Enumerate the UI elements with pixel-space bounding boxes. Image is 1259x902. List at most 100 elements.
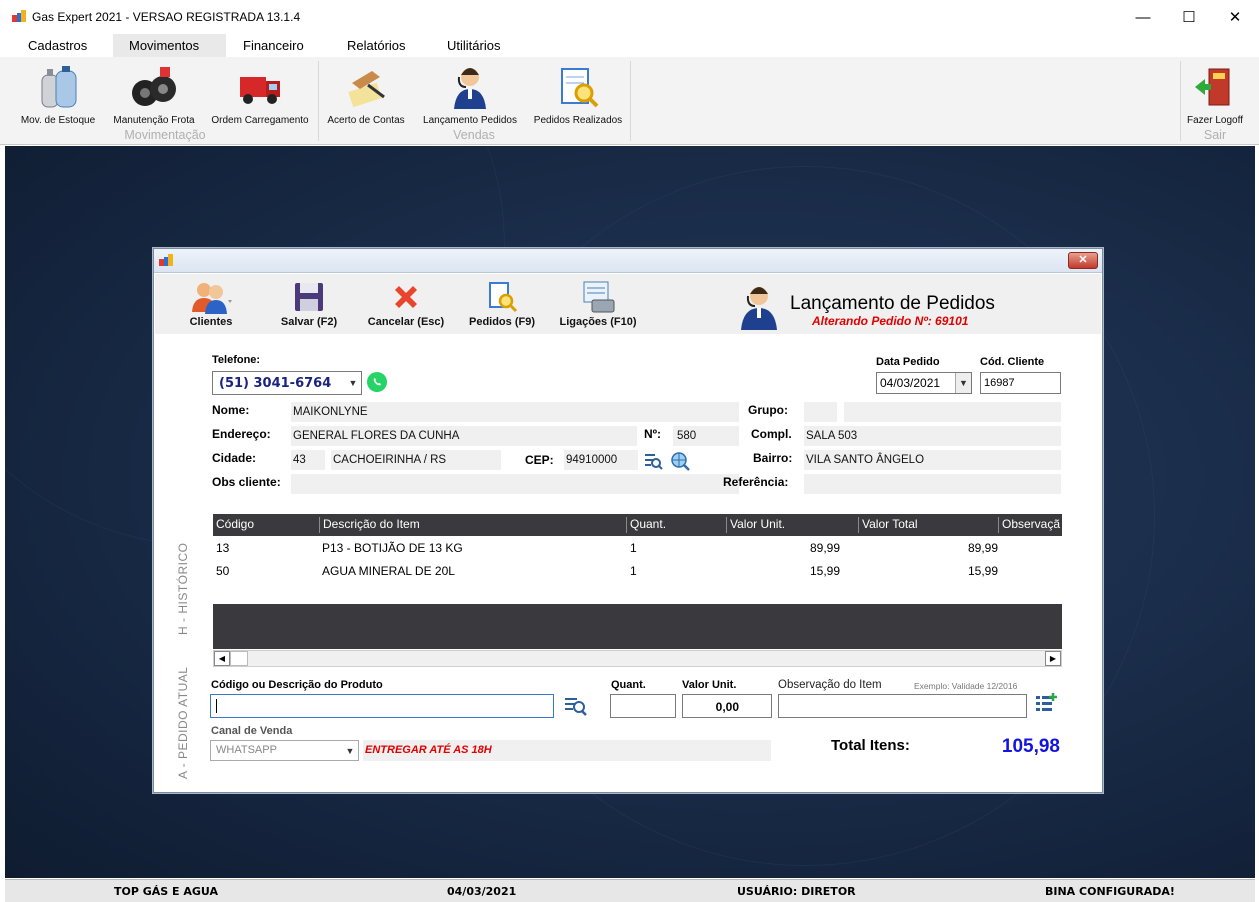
fazer-logoff-label: Fazer Logoff	[1187, 115, 1243, 126]
obs-cliente-field[interactable]	[291, 474, 739, 494]
scroll-right-icon[interactable]: ▶	[1045, 651, 1061, 666]
gas-cylinders-icon	[41, 66, 77, 108]
total-itens-label: Total Itens:	[831, 737, 910, 754]
menu-movimentos[interactable]: Movimentos	[113, 34, 226, 58]
ribbon: Mov. de Estoque Manutenção Frota Ordem C…	[0, 57, 1259, 145]
manutencao-frota-button[interactable]: Manutenção Frota	[106, 63, 202, 126]
salvar-button[interactable]: Salvar (F2)	[275, 280, 343, 328]
pedidos-realizados-label: Pedidos Realizados	[533, 115, 623, 126]
canal-venda-combo[interactable]: WHATSAPP ▼	[210, 740, 359, 761]
clientes-button[interactable]: Clientes	[181, 280, 241, 328]
whatsapp-icon[interactable]	[366, 371, 388, 393]
add-item-icon[interactable]	[1035, 692, 1059, 716]
menu-relatorios[interactable]: Relatórios	[331, 34, 422, 58]
floppy-disk-icon	[295, 283, 323, 311]
cidade-field[interactable]: CACHOEIRINHA / RS	[331, 450, 501, 470]
dialog-close-button[interactable]: ✕	[1068, 252, 1098, 269]
nome-field[interactable]: MAIKONLYNE	[291, 402, 739, 422]
menu-cadastros[interactable]: Cadastros	[12, 34, 103, 58]
endereco-field[interactable]: GENERAL FLORES DA CUNHA	[291, 426, 637, 446]
grupo-label: Grupo:	[748, 403, 788, 417]
produto-label: Código ou Descrição do Produto	[211, 679, 383, 691]
mov-estoque-button[interactable]: Mov. de Estoque	[14, 63, 102, 126]
col-descricao[interactable]: Descrição do Item	[319, 517, 420, 533]
cell-valor-total: 89,99	[967, 541, 998, 555]
list-search-icon[interactable]	[563, 695, 587, 717]
compl-field[interactable]: SALA 503	[804, 426, 1061, 446]
col-valor-unit[interactable]: Valor Unit.	[726, 517, 785, 533]
list-search-icon[interactable]	[643, 451, 663, 471]
nome-label: Nome:	[212, 403, 250, 417]
cell-descricao: AGUA MINERAL DE 20L	[322, 564, 455, 578]
entrega-note-field[interactable]: ENTREGAR ATÉ AS 18H	[363, 740, 771, 761]
cod-cliente-field[interactable]: 16987	[980, 372, 1061, 394]
quant-label: Quant.	[611, 679, 646, 691]
globe-search-icon[interactable]	[670, 451, 690, 471]
chevron-down-icon[interactable]: ▼	[345, 372, 361, 394]
headset-operator-icon	[454, 68, 486, 109]
close-button[interactable]: ✕	[1212, 0, 1258, 34]
historico-side-tab[interactable]: H - HISTÓRICO	[176, 543, 190, 636]
menu-financeiro[interactable]: Financeiro	[227, 34, 320, 58]
numero-label: Nº:	[644, 427, 662, 441]
cep-field[interactable]: 94910000	[564, 450, 638, 470]
referencia-label: Referência:	[723, 475, 789, 489]
col-codigo[interactable]: Código	[213, 517, 254, 533]
produto-input[interactable]	[210, 694, 554, 718]
grupo-code-field[interactable]	[804, 402, 837, 422]
ribbon-separator	[318, 61, 319, 141]
pedido-atual-side-tab[interactable]: A - PEDIDO ATUAL	[176, 667, 190, 779]
obs-item-label: Observação do Item	[778, 679, 882, 691]
table-row[interactable]: 13 P13 - BOTIJÃO DE 13 KG 1 89,99 89,99	[213, 537, 1062, 559]
status-bar: TOP GÁS E AGUA 04/03/2021 USUÁRIO: DIRET…	[5, 879, 1255, 902]
pedidos-realizados-button[interactable]: Pedidos Realizados	[528, 63, 628, 126]
referencia-field[interactable]	[804, 474, 1061, 494]
menu-utilitarios[interactable]: Utilitários	[431, 34, 516, 58]
chevron-down-icon[interactable]: ▼	[342, 741, 358, 760]
cell-valor-total: 15,99	[967, 564, 998, 578]
acerto-contas-button[interactable]: Acerto de Contas	[320, 63, 412, 126]
text-cursor	[216, 699, 217, 713]
valor-unit-input[interactable]: 0,00	[682, 694, 772, 718]
scroll-thumb[interactable]	[230, 651, 248, 666]
exit-door-icon	[1195, 68, 1230, 106]
bairro-field[interactable]: VILA SANTO ÂNGELO	[804, 450, 1061, 470]
col-valor-total[interactable]: Valor Total	[858, 517, 918, 533]
operator-icon	[741, 287, 777, 330]
status-empresa: TOP GÁS E AGUA	[114, 885, 219, 898]
cell-codigo: 13	[216, 541, 230, 555]
col-quant[interactable]: Quant.	[626, 517, 666, 533]
ribbon-group-sair: Sair	[1203, 128, 1227, 142]
app-icon	[12, 10, 26, 22]
cep-label: CEP:	[525, 453, 554, 467]
cell-valor-unit: 89,99	[809, 541, 840, 555]
horizontal-scrollbar[interactable]: ◀ ▶	[213, 650, 1062, 667]
fazer-logoff-button[interactable]: Fazer Logoff	[1182, 63, 1248, 126]
numero-field[interactable]: 580	[673, 426, 739, 446]
users-icon	[192, 283, 232, 314]
cidade-code-field[interactable]: 43	[291, 450, 325, 470]
telefone-combo[interactable]: (51) 3041-6764 ▼	[212, 371, 362, 395]
obs-item-input[interactable]	[778, 694, 1027, 718]
data-pedido-field[interactable]: 04/03/2021 ▼	[876, 372, 972, 394]
quant-input[interactable]	[610, 694, 676, 718]
endereco-label: Endereço:	[212, 427, 271, 441]
salvar-label: Salvar (F2)	[280, 316, 338, 328]
ligacoes-button[interactable]: Ligações (F10)	[555, 280, 641, 328]
cell-quant: 1	[630, 564, 637, 578]
col-observacao[interactable]: Observaçã	[998, 517, 1060, 533]
bairro-label: Bairro:	[753, 451, 793, 465]
table-row[interactable]: 50 AGUA MINERAL DE 20L 1 15,99 15,99	[213, 560, 1062, 582]
cod-cliente-label: Cód. Cliente	[980, 356, 1045, 368]
minimize-button[interactable]: —	[1120, 0, 1166, 34]
ordem-carregamento-button[interactable]: Ordem Carregamento	[204, 63, 316, 126]
grupo-name-field[interactable]	[844, 402, 1061, 422]
chevron-down-icon[interactable]: ▼	[955, 373, 971, 393]
scroll-left-icon[interactable]: ◀	[214, 651, 230, 666]
canal-venda-label: Canal de Venda	[211, 725, 293, 737]
lancamento-pedidos-button[interactable]: Lançamento Pedidos	[416, 63, 524, 126]
pedidos-button[interactable]: Pedidos (F9)	[465, 280, 539, 328]
cancelar-button[interactable]: Cancelar (Esc)	[363, 280, 449, 328]
maximize-button[interactable]: ☐	[1166, 0, 1212, 34]
dialog-title-bar: ✕	[154, 249, 1102, 273]
